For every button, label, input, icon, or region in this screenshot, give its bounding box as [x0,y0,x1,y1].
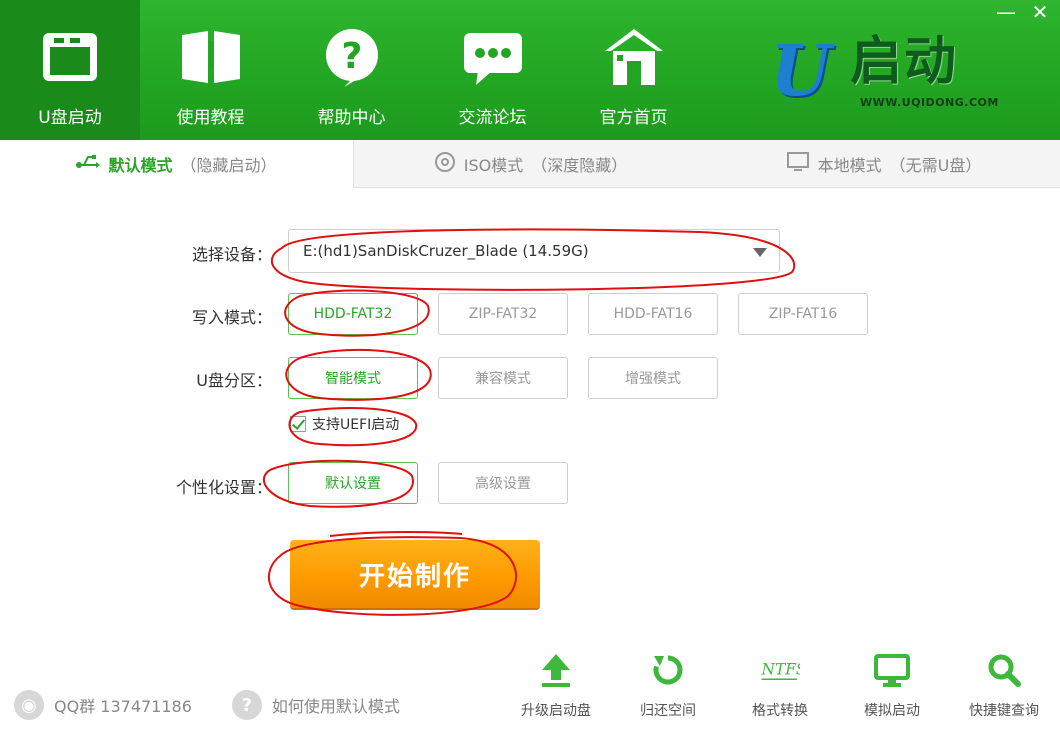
tab-label: ISO模式 [463,155,524,175]
book-icon [179,25,243,89]
nav-label: 官方首页 [599,108,668,128]
footer-tools: 升级启动盘 归还空间 NTFS 格式转换 模拟启动 [500,650,1060,720]
brand-name: 启动 [850,32,959,92]
tool-label: 模拟启动 [864,703,920,719]
disc-icon [434,151,456,177]
partition-label: U盘分区： [196,371,272,390]
device-label: 选择设备： [191,245,272,264]
window-controls: — ✕ [996,0,1050,24]
nav-item-usb-boot[interactable]: U盘启动 [0,0,140,140]
partition-compatible[interactable]: 兼容模式 [438,357,568,399]
write-mode-hdd-fat16[interactable]: HDD-FAT16 [588,293,718,335]
nav-item-tutorial[interactable]: 使用教程 [140,0,281,140]
personal-advanced[interactable]: 高级设置 [438,462,568,504]
nav-item-help[interactable]: ? 帮助中心 [281,0,422,140]
top-nav: U盘启动 使用教程 ? 帮助中心 交流论坛 官方首页 [0,0,704,140]
chat-bubble-icon [461,25,525,89]
write-mode-hdd-fat32[interactable]: HDD-FAT32 [288,293,418,335]
app-header: U盘启动 使用教程 ? 帮助中心 交流论坛 官方首页 U 启动 WWW.UQID… [0,0,1060,140]
tool-label: 格式转换 [752,703,808,719]
uefi-label: 支持UEFI启动 [312,417,400,433]
nav-item-homepage[interactable]: 官方首页 [563,0,704,140]
mode-tabs: 默认模式 （隐藏启动） ISO模式 （深度隐藏） 本地模式 （无需U盘） [0,140,1060,188]
monitor-icon [786,151,810,177]
nav-item-forum[interactable]: 交流论坛 [422,0,563,140]
nav-label: 交流论坛 [458,108,527,128]
device-value: E:(hd1)SanDiskCruzer_Blade (14.59G) [303,242,589,260]
uefi-checkbox-row[interactable]: 支持UEFI启动 [290,414,399,434]
write-mode-label: 写入模式： [191,308,272,327]
partition-enhanced[interactable]: 增强模式 [588,357,718,399]
tool-label: 快捷键查询 [969,703,1039,719]
tool-restore-space[interactable]: 归还空间 [612,650,724,720]
tool-label: 归还空间 [640,703,696,719]
window-icon [38,25,102,89]
tab-label: 默认模式 [108,156,173,175]
home-icon [602,25,666,89]
tab-sublabel: （无需U盘） [889,155,982,175]
tool-upgrade[interactable]: 升级启动盘 [500,650,612,720]
upload-arrow-icon [536,650,576,690]
question-icon: ? [231,690,262,720]
tool-simulate-boot[interactable]: 模拟启动 [836,650,948,720]
write-mode-zip-fat32[interactable]: ZIP-FAT32 [438,293,568,335]
tab-iso-mode[interactable]: ISO模式 （深度隐藏） [354,140,707,187]
qq-icon: ◉ [14,690,44,720]
brand-url: WWW.UQIDONG.COM [860,96,999,109]
tool-format-convert[interactable]: NTFS 格式转换 [724,650,836,720]
question-icon: ? [320,25,384,89]
refresh-icon [648,650,688,690]
monitor-icon [872,650,912,690]
start-button[interactable]: 开始制作 [290,540,540,608]
personal-default[interactable]: 默认设置 [288,462,418,504]
chevron-down-icon [753,248,767,257]
partition-smart[interactable]: 智能模式 [288,357,418,399]
usb-icon [76,153,101,175]
tool-hotkey-query[interactable]: 快捷键查询 [948,650,1060,720]
tab-local-mode[interactable]: 本地模式 （无需U盘） [707,140,1060,187]
tab-sublabel: （深度隐藏） [531,155,628,175]
tab-default-mode[interactable]: 默认模式 （隐藏启动） [0,140,354,188]
uefi-checkbox[interactable] [290,416,306,432]
brand-letter: U [770,29,832,112]
personal-label: 个性化设置： [175,478,272,497]
footer-left: ◉ QQ群 137471186 ? 如何使用默认模式 [14,690,400,720]
ntfs-icon: NTFS [760,650,800,690]
nav-label: 帮助中心 [317,108,386,128]
search-icon [984,650,1024,690]
tool-label: 升级启动盘 [521,703,591,719]
minimize-button[interactable]: — [996,0,1016,24]
tab-sublabel: （隐藏启动） [180,156,277,175]
ntfs-icon-text: NTFS [761,661,800,679]
close-button[interactable]: ✕ [1030,0,1050,24]
brand-logo: U 启动 WWW.UQIDONG.COM [770,30,1000,120]
nav-label: U盘启动 [38,108,102,128]
write-mode-zip-fat16[interactable]: ZIP-FAT16 [738,293,868,335]
device-select[interactable]: E:(hd1)SanDiskCruzer_Blade (14.59G) [288,229,780,273]
nav-label: 使用教程 [176,108,245,128]
qq-group-text: QQ群 137471186 [54,697,192,716]
tab-label: 本地模式 [817,155,882,175]
svg-text:?: ? [341,36,362,77]
howto-link[interactable]: 如何使用默认模式 [272,693,400,717]
